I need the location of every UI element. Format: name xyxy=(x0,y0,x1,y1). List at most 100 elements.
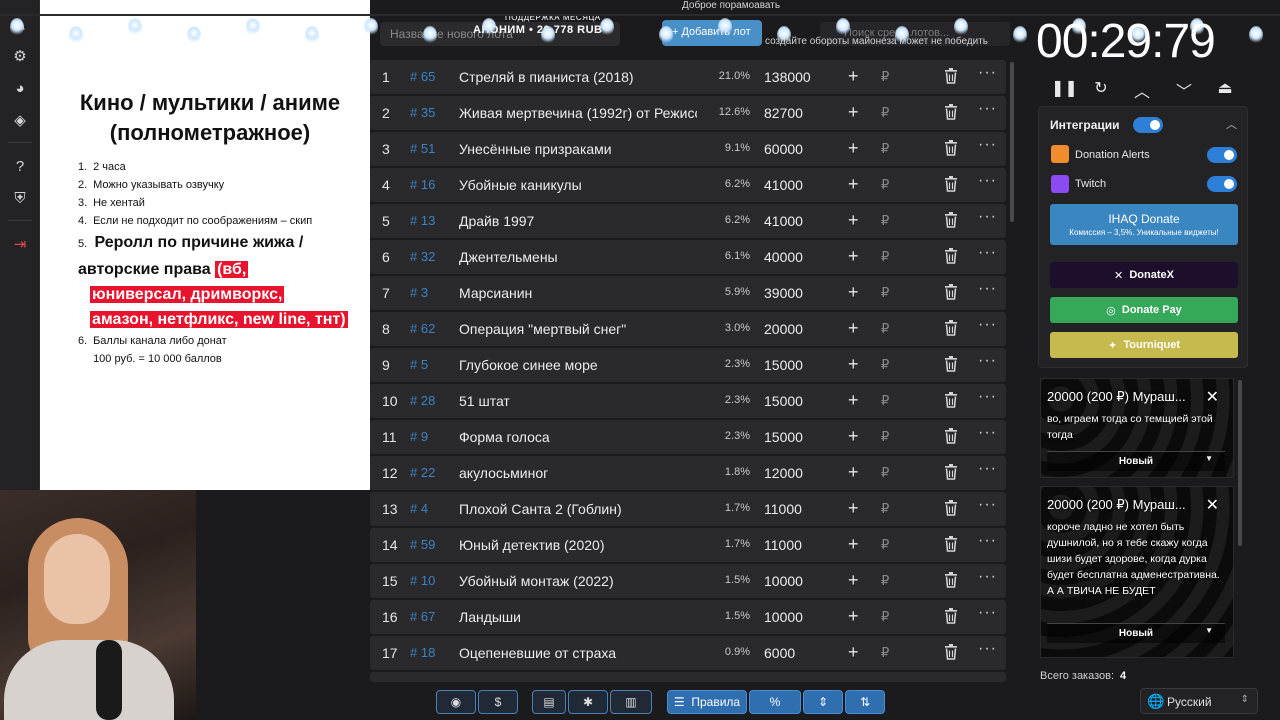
lot-amount[interactable]: 40000 xyxy=(764,249,803,265)
delete-icon[interactable] xyxy=(944,248,958,264)
delete-icon[interactable] xyxy=(944,392,958,408)
delete-icon[interactable] xyxy=(944,536,958,552)
lot-title[interactable]: Убойные каникулы xyxy=(459,177,697,193)
add-amount-icon[interactable]: + xyxy=(848,498,859,519)
table-scrollbar[interactable] xyxy=(1010,62,1014,222)
more-options-icon[interactable]: ··· xyxy=(978,208,997,226)
lot-amount[interactable]: 15000 xyxy=(764,429,803,445)
logout-icon[interactable]: ⇥ xyxy=(10,234,30,254)
delete-icon[interactable] xyxy=(944,320,958,336)
donation-status-select[interactable]: Новый ▼ xyxy=(1047,623,1225,643)
lot-row[interactable]: 13 # 4 Плохой Санта 2 (Гоблин) 1.7% 11000 + ₽ ·… xyxy=(370,492,1006,526)
delete-icon[interactable] xyxy=(944,428,958,444)
add-amount-icon[interactable]: + xyxy=(848,606,859,627)
ruble-icon[interactable]: ₽ xyxy=(881,249,889,265)
lot-amount[interactable]: 41000 xyxy=(764,213,803,229)
more-options-icon[interactable]: ··· xyxy=(978,604,997,622)
lot-amount[interactable]: 39000 xyxy=(764,285,803,301)
delete-icon[interactable] xyxy=(944,68,958,84)
delete-icon[interactable] xyxy=(944,176,958,192)
lot-title[interactable]: Живая мертвечина (1992г) от Режиссера xyxy=(459,105,697,121)
ruble-icon[interactable]: ₽ xyxy=(881,357,889,373)
lot-title[interactable]: Стреляй в пианиста (2018) xyxy=(459,69,697,85)
add-amount-icon[interactable]: + xyxy=(848,462,859,483)
lot-title[interactable]: Унесённые призраками xyxy=(459,141,697,157)
close-icon[interactable]: ✕ xyxy=(1206,387,1219,407)
lot-title[interactable]: Ландыши xyxy=(459,609,697,625)
ruble-icon[interactable]: ₽ xyxy=(881,537,889,553)
lot-title[interactable]: Драйв 1997 xyxy=(459,213,697,229)
lot-amount[interactable]: 11000 xyxy=(764,537,802,553)
chevron-down-icon[interactable]: ﹀ xyxy=(1175,78,1193,101)
lot-amount[interactable]: 41000 xyxy=(764,177,803,193)
ruble-icon[interactable]: ₽ xyxy=(881,69,889,85)
pie-chart-icon[interactable]: ◕ xyxy=(10,78,30,98)
lot-row[interactable]: 3 # 51 Унесённые призраками 9.1% 60000 + ₽ ··· xyxy=(370,132,1006,166)
donation-alerts-toggle[interactable] xyxy=(1207,147,1237,163)
more-options-icon[interactable]: ··· xyxy=(978,532,997,550)
delete-icon[interactable] xyxy=(944,140,958,156)
ruble-icon[interactable]: ₽ xyxy=(881,105,889,121)
ruble-icon[interactable]: ₽ xyxy=(881,177,889,193)
lot-amount[interactable]: 11000 xyxy=(764,501,802,517)
save-icon[interactable]: ▤ xyxy=(532,690,566,714)
lot-row[interactable]: 1 # 65 Стреляй в пианиста (2018) 21.0% 13800… xyxy=(370,60,1006,94)
donation-status-select[interactable]: Новый ▼ xyxy=(1047,451,1225,471)
lot-title[interactable]: Форма голоса xyxy=(459,429,697,445)
sort-icon[interactable]: ⇅ xyxy=(845,690,885,714)
lot-title[interactable]: Убойный монтаж (2022) xyxy=(459,573,697,589)
lot-row[interactable]: 2 # 35 Живая мертвечина (1992г) от Режиссе… xyxy=(370,96,1006,130)
delete-icon[interactable] xyxy=(944,464,958,480)
wand-icon[interactable]: ✎ xyxy=(10,16,30,36)
delete-icon[interactable] xyxy=(944,356,958,372)
clear-list-icon[interactable]: ▥ xyxy=(610,690,652,714)
lot-row[interactable]: 14 # 59 Юный детектив (2020) 1.7% 11000 + ₽ ··· xyxy=(370,528,1006,562)
add-amount-icon[interactable]: + xyxy=(848,318,859,339)
more-options-icon[interactable]: ··· xyxy=(978,388,997,406)
lot-row[interactable]: 9 # 5 Глубокое синее море 2.3% 15000 + ₽ ··· xyxy=(370,348,1006,382)
ruble-icon[interactable]: ₽ xyxy=(881,573,889,589)
ruble-icon[interactable]: ₽ xyxy=(881,393,889,409)
ruble-icon[interactable]: ₽ xyxy=(881,285,889,301)
lot-amount[interactable]: 15000 xyxy=(764,357,803,373)
ruble-icon[interactable]: ₽ xyxy=(881,609,889,625)
twitch-toggle[interactable] xyxy=(1207,176,1237,192)
lot-title[interactable]: Оцепеневшие от страха xyxy=(459,645,697,661)
ruble-icon[interactable]: ₽ xyxy=(881,141,889,157)
lot-title[interactable]: Джентельмены xyxy=(459,249,697,265)
reset-icon[interactable]: ↻ xyxy=(1092,78,1110,97)
collapse-icon[interactable]: ︿ xyxy=(1226,116,1237,132)
more-options-icon[interactable]: ··· xyxy=(978,424,997,442)
lot-amount[interactable]: 60000 xyxy=(764,141,803,157)
add-amount-icon[interactable]: + xyxy=(848,642,859,663)
donatex-button[interactable]: ✕ DonateX xyxy=(1050,262,1238,288)
donations-scrollbar[interactable] xyxy=(1238,380,1242,546)
shield-icon[interactable]: ⛨ xyxy=(10,188,30,208)
add-amount-icon[interactable]: + xyxy=(848,354,859,375)
delete-icon[interactable] xyxy=(944,608,958,624)
add-amount-icon[interactable]: + xyxy=(848,390,859,411)
lot-row[interactable]: 11 # 9 Форма голоса 2.3% 15000 + ₽ ··· xyxy=(370,420,1006,454)
delete-icon[interactable] xyxy=(944,572,958,588)
lot-amount[interactable]: 12000 xyxy=(764,465,803,481)
layers-icon[interactable]: ◈ xyxy=(10,110,30,130)
lot-amount[interactable]: 10000 xyxy=(764,573,803,589)
double-up-icon[interactable]: ⏏ xyxy=(1216,78,1234,97)
lot-amount[interactable]: 15000 xyxy=(764,393,803,409)
lot-amount[interactable]: 138000 xyxy=(764,69,811,85)
compact-icon[interactable]: ⇕ xyxy=(803,690,843,714)
donatepay-button[interactable]: ◎ Donate Pay xyxy=(1050,297,1238,323)
lot-amount[interactable]: 20000 xyxy=(764,321,803,337)
delete-icon[interactable] xyxy=(944,500,958,516)
lot-row[interactable]: 12 # 22 акулосьминог 1.8% 12000 + ₽ ··· xyxy=(370,456,1006,490)
lot-row[interactable]: 17 # 18 Оцепеневшие от страха 0.9% 6000 + ₽ ··· xyxy=(370,636,1006,670)
close-icon[interactable]: ✕ xyxy=(1206,495,1219,515)
lot-row[interactable]: 10 # 28 51 штат 2.3% 15000 + ₽ ··· xyxy=(370,384,1006,418)
more-options-icon[interactable]: ··· xyxy=(978,496,997,514)
gear-icon[interactable]: ⚙ xyxy=(10,46,30,66)
add-amount-icon[interactable]: + xyxy=(848,138,859,159)
more-options-icon[interactable]: ··· xyxy=(978,172,997,190)
add-amount-icon[interactable]: + xyxy=(848,66,859,87)
donation-card[interactable]: 20000 (200 ₽) Мураш... ✕ короче ладно не… xyxy=(1040,486,1234,658)
lot-row[interactable]: 8 # 62 Операция "мертвый снег" 3.0% 20000 + ₽ ·… xyxy=(370,312,1006,346)
